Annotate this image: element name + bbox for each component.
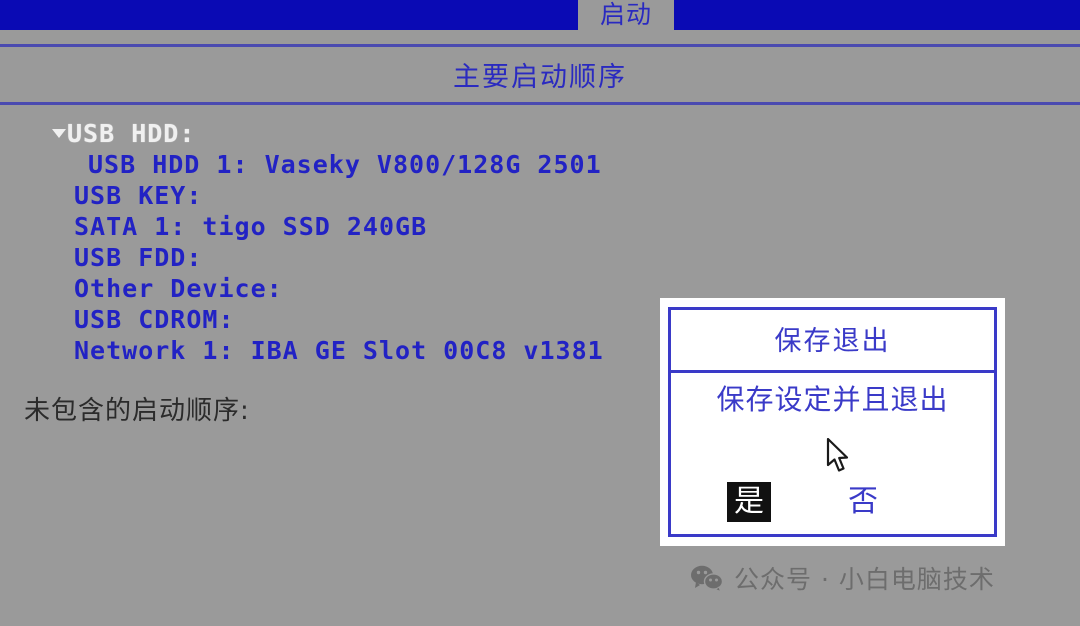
boot-order-item[interactable]: Other Device: [52, 273, 604, 304]
boot-order-item[interactable]: USB KEY: [52, 180, 604, 211]
boot-order-item-label: USB HDD 1: Vaseky V800/128G 2501 [88, 150, 602, 179]
boot-order-item-label: SATA 1: tigo SSD 240GB [74, 212, 428, 241]
header-divider-top [0, 44, 1080, 47]
page-title: 主要启动顺序 [453, 62, 627, 93]
yes-button[interactable]: 是 [727, 482, 771, 522]
boot-order-item[interactable]: USB HDD 1: Vaseky V800/128G 2501 [52, 149, 604, 180]
boot-order-list: USB HDD: USB HDD 1: Vaseky V800/128G 2501… [52, 118, 604, 366]
boot-order-item-label: USB KEY: [74, 181, 203, 210]
boot-order-item[interactable]: USB FDD: [52, 242, 604, 273]
boot-order-item[interactable]: SATA 1: tigo SSD 240GB [52, 211, 604, 242]
boot-order-item-label: USB FDD: [74, 243, 203, 272]
boot-order-item[interactable]: Network 1: IBA GE Slot 00C8 v1381 [52, 335, 604, 366]
boot-order-item[interactable]: USB CDROM: [52, 304, 604, 335]
dialog-title: 保存退出 [671, 310, 994, 373]
wechat-icon [690, 564, 724, 593]
save-exit-dialog: 保存退出 保存设定并且退出 是 否 [660, 298, 1005, 546]
boot-order-item-label: Other Device: [74, 274, 283, 303]
watermark-text: 公众号 · 小白电脑技术 [734, 565, 995, 594]
tab-boot[interactable]: 启动 [578, 0, 674, 30]
excluded-boot-order-label: 未包含的启动顺序: [24, 396, 250, 426]
boot-order-item-label: USB CDROM: [74, 305, 235, 334]
header-divider-bottom [0, 102, 1080, 105]
no-button[interactable]: 否 [841, 482, 885, 522]
dialog-message: 保存设定并且退出 [716, 383, 949, 416]
boot-order-item-label: Network 1: IBA GE Slot 00C8 v1381 [74, 336, 604, 365]
boot-order-item[interactable]: USB HDD: [52, 118, 604, 149]
dialog-frame: 保存退出 保存设定并且退出 是 否 [668, 307, 997, 537]
boot-order-item-label: USB HDD: [67, 119, 196, 148]
bios-screen: 启动 主要启动顺序 USB HDD: USB HDD 1: Vaseky V800… [0, 0, 1080, 626]
dialog-button-row: 是 否 [671, 482, 994, 528]
bios-tab-bar: 启动 [0, 0, 1080, 30]
caret-down-icon[interactable] [52, 129, 66, 138]
watermark: 公众号 · 小白电脑技术 [690, 560, 995, 596]
